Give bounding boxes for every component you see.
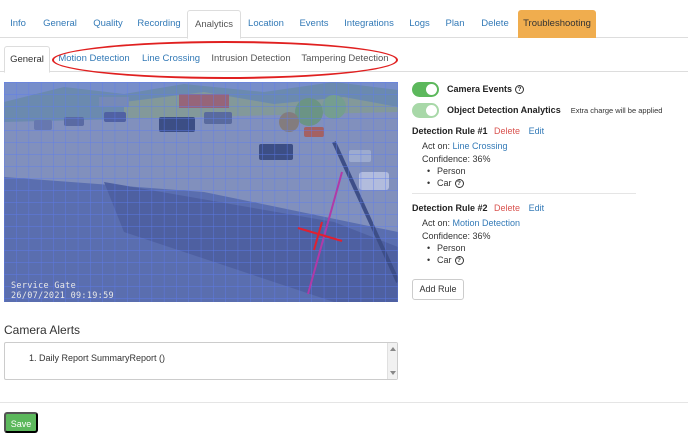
subtab-motion-detection[interactable]: Motion Detection <box>56 46 132 72</box>
main-tabs: Info General Quality Recording Analytics… <box>0 6 688 39</box>
list-item[interactable]: 1. Daily Report SummaryReport () <box>29 353 165 363</box>
camera-name-overlay: Service Gate <box>11 281 77 291</box>
camera-events-row: Camera Events ? <box>412 80 525 98</box>
detection-rule-1-header: Detection Rule #1 Delete Edit <box>412 126 544 136</box>
rule-title: Detection Rule #1 <box>412 126 488 136</box>
analytics-subtabs: General Motion Detection Line Crossing I… <box>0 44 688 73</box>
alerts-scrollbar[interactable] <box>387 343 397 379</box>
rule-object-person: Person <box>427 243 465 253</box>
question-circle-icon[interactable]: ? <box>454 256 464 266</box>
tab-logs[interactable]: Logs <box>403 10 436 38</box>
act-on-value-link[interactable]: Motion Detection <box>453 218 521 228</box>
delete-rule-link[interactable]: Delete <box>494 203 520 213</box>
tab-delete[interactable]: Delete <box>475 10 515 38</box>
edit-rule-link[interactable]: Edit <box>529 203 545 213</box>
subtab-tampering-detection[interactable]: Tampering Detection <box>300 46 390 72</box>
camera-preview[interactable]: Service Gate 26/07/2021 09:19:59 <box>4 82 398 302</box>
object-detection-label: Object Detection Analytics <box>447 105 561 115</box>
tab-location[interactable]: Location <box>244 10 288 38</box>
scroll-up-icon[interactable] <box>390 347 396 351</box>
rule-confidence: Confidence: 36% <box>422 154 491 164</box>
camera-alerts-title: Camera Alerts <box>4 323 81 337</box>
object-label: Car <box>437 255 452 265</box>
subtab-intrusion-detection[interactable]: Intrusion Detection <box>210 46 292 72</box>
question-circle-icon[interactable]: ? <box>454 179 464 189</box>
rule-object-person: Person <box>427 166 465 176</box>
detection-rule-2-header: Detection Rule #2 Delete Edit <box>412 203 544 213</box>
rule-act-on: Act on: Line Crossing <box>422 141 508 151</box>
tab-events[interactable]: Events <box>292 10 336 38</box>
camera-timestamp-overlay: 26/07/2021 09:19:59 <box>11 291 114 301</box>
tab-recording[interactable]: Recording <box>133 10 185 38</box>
object-detection-row: Object Detection Analytics Extra charge … <box>412 101 662 119</box>
camera-snapshot <box>4 82 398 302</box>
rule-object-car: Car? <box>427 178 464 189</box>
add-rule-button[interactable]: Add Rule <box>412 279 464 300</box>
camera-events-label: Camera Events <box>447 84 513 94</box>
rule-act-on: Act on: Motion Detection <box>422 218 520 228</box>
rule-object-car: Car? <box>427 255 464 266</box>
extra-charge-note: Extra charge will be applied <box>570 105 663 115</box>
object-label: Car <box>437 178 452 188</box>
divider <box>0 402 688 403</box>
camera-alerts-list[interactable]: 1. Daily Report SummaryReport () <box>4 342 398 380</box>
tab-general[interactable]: General <box>38 10 82 38</box>
delete-rule-link[interactable]: Delete <box>494 126 520 136</box>
act-on-label: Act on: <box>422 141 451 151</box>
act-on-value-link[interactable]: Line Crossing <box>453 141 508 151</box>
subtab-general[interactable]: General <box>4 46 50 73</box>
edit-rule-link[interactable]: Edit <box>529 126 545 136</box>
subtab-line-crossing[interactable]: Line Crossing <box>138 46 204 72</box>
tab-plan[interactable]: Plan <box>440 10 470 38</box>
rule-title: Detection Rule #2 <box>412 203 488 213</box>
tab-troubleshooting[interactable]: Troubleshooting <box>518 10 596 38</box>
save-button[interactable]: Save <box>4 412 38 433</box>
scroll-down-icon[interactable] <box>390 371 396 375</box>
tab-quality[interactable]: Quality <box>86 10 130 38</box>
divider <box>412 193 636 194</box>
question-circle-icon[interactable]: ? <box>515 84 525 94</box>
act-on-label: Act on: <box>422 218 451 228</box>
camera-events-toggle[interactable] <box>412 81 439 97</box>
rule-confidence: Confidence: 36% <box>422 231 491 241</box>
tab-integrations[interactable]: Integrations <box>340 10 398 38</box>
object-detection-toggle[interactable] <box>412 102 439 118</box>
tab-analytics[interactable]: Analytics <box>187 10 241 39</box>
tab-info[interactable]: Info <box>2 10 34 38</box>
